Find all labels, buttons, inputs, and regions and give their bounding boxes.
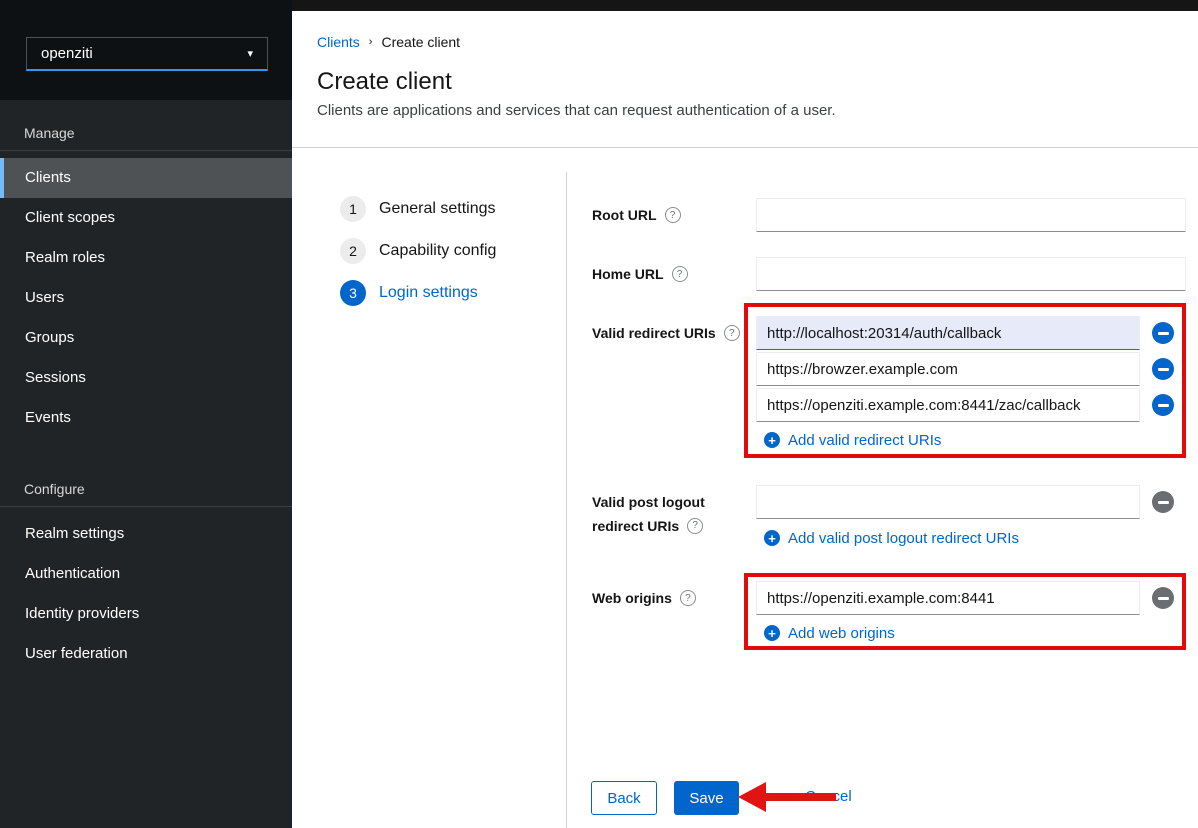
- add-valid-post-logout-redirect-uris-link[interactable]: + Add valid post logout redirect URIs: [764, 527, 1019, 549]
- step-number: 2: [340, 238, 366, 264]
- nav-section-title: Configure: [0, 456, 292, 506]
- nav-section-configure: Configure Realm settings Authentication …: [0, 456, 292, 674]
- label-text: Home URL: [592, 266, 664, 282]
- home-url-label: Home URL ?: [592, 257, 688, 291]
- page-header: Clients › Create client Create client Cl…: [292, 11, 1198, 148]
- page-subtitle: Clients are applications and services th…: [317, 102, 1198, 119]
- breadcrumb-separator-icon: ›: [369, 33, 373, 51]
- minus-icon: [1158, 404, 1169, 407]
- root-url-label: Root URL ?: [592, 198, 681, 232]
- post-logout-redirect-uri-input[interactable]: [756, 485, 1140, 519]
- minus-icon: [1158, 332, 1169, 335]
- main-panel: Clients › Create client Create client Cl…: [292, 11, 1198, 828]
- step-label: Login settings: [379, 284, 478, 302]
- valid-redirect-uris-label: Valid redirect URIs ?: [592, 316, 740, 350]
- wizard-step-login-settings[interactable]: 3 Login settings: [340, 280, 478, 306]
- sidebar-nav: Manage Clients Client scopes Realm roles…: [0, 100, 292, 674]
- realm-selector[interactable]: openziti ▾: [26, 37, 268, 71]
- plus-icon: +: [764, 530, 780, 546]
- root-url-help-icon[interactable]: ?: [665, 207, 681, 223]
- breadcrumb: Clients › Create client: [317, 33, 1198, 51]
- sidebar-item-user-federation[interactable]: User federation: [0, 634, 292, 674]
- breadcrumb-current: Create client: [381, 33, 460, 51]
- page-title: Create client: [317, 68, 1198, 96]
- minus-icon: [1158, 368, 1169, 371]
- home-url-input[interactable]: [756, 257, 1186, 291]
- root-url-input[interactable]: [756, 198, 1186, 232]
- add-link-text: Add web origins: [788, 625, 895, 642]
- step-label: General settings: [379, 200, 496, 218]
- sidebar-item-realm-roles[interactable]: Realm roles: [0, 238, 292, 278]
- save-button[interactable]: Save: [674, 781, 739, 815]
- post-logout-help-icon[interactable]: ?: [687, 518, 703, 534]
- sidebar-item-realm-settings[interactable]: Realm settings: [0, 514, 292, 554]
- keycloak-admin-console: openziti ▾ Manage Clients Client scopes …: [0, 0, 1198, 828]
- add-link-text: Add valid redirect URIs: [788, 432, 941, 449]
- wizard-step-general-settings[interactable]: 1 General settings: [340, 196, 496, 222]
- web-origins-input[interactable]: [756, 581, 1140, 615]
- sidebar-header: openziti ▾: [0, 0, 292, 100]
- wizard-step-capability-config[interactable]: 2 Capability config: [340, 238, 496, 264]
- cancel-link[interactable]: Cancel: [805, 788, 852, 805]
- minus-icon: [1158, 597, 1169, 600]
- sidebar-item-sessions[interactable]: Sessions: [0, 358, 292, 398]
- label-text: Valid redirect URIs: [592, 325, 716, 341]
- sidebar-item-clients[interactable]: Clients: [0, 158, 292, 198]
- sidebar-item-users[interactable]: Users: [0, 278, 292, 318]
- arrow-head: [738, 782, 766, 812]
- valid-redirect-uris-help-icon[interactable]: ?: [724, 325, 740, 341]
- nav-divider: [0, 150, 292, 151]
- sidebar-item-authentication[interactable]: Authentication: [0, 554, 292, 594]
- remove-post-logout-uri-button-disabled: [1152, 491, 1174, 513]
- redirect-uri-input-1[interactable]: [756, 316, 1140, 350]
- nav-section-title: Manage: [0, 100, 292, 150]
- sidebar-item-identity-providers[interactable]: Identity providers: [0, 594, 292, 634]
- nav-section-manage: Manage Clients Client scopes Realm roles…: [0, 100, 292, 438]
- redirect-uri-input-2[interactable]: [756, 352, 1140, 386]
- realm-name: openziti: [41, 45, 93, 62]
- plus-icon: +: [764, 432, 780, 448]
- web-origins-label: Web origins ?: [592, 581, 696, 615]
- sidebar-item-events[interactable]: Events: [0, 398, 292, 438]
- nav-divider: [0, 506, 292, 507]
- minus-icon: [1158, 501, 1169, 504]
- redirect-uri-input-3[interactable]: [756, 388, 1140, 422]
- web-origins-help-icon[interactable]: ?: [680, 590, 696, 606]
- valid-post-logout-redirect-uris-label: Valid post logout redirect URIs ?: [592, 490, 705, 538]
- label-text: Root URL: [592, 207, 657, 223]
- sidebar-item-groups[interactable]: Groups: [0, 318, 292, 358]
- remove-redirect-uri-1-button[interactable]: [1152, 322, 1174, 344]
- breadcrumb-clients-link[interactable]: Clients: [317, 33, 360, 51]
- remove-redirect-uri-3-button[interactable]: [1152, 394, 1174, 416]
- wizard-divider: [566, 172, 567, 828]
- add-web-origins-link[interactable]: + Add web origins: [764, 622, 895, 644]
- remove-web-origin-button-disabled: [1152, 587, 1174, 609]
- label-text: Web origins: [592, 590, 672, 606]
- label-text: Valid post logout: [592, 490, 705, 514]
- home-url-help-icon[interactable]: ?: [672, 266, 688, 282]
- step-label: Capability config: [379, 242, 496, 260]
- label-text: redirect URIs: [592, 514, 679, 538]
- back-button[interactable]: Back: [591, 781, 657, 815]
- add-valid-redirect-uris-link[interactable]: + Add valid redirect URIs: [764, 429, 941, 451]
- step-number: 3: [340, 280, 366, 306]
- add-link-text: Add valid post logout redirect URIs: [788, 530, 1019, 547]
- sidebar-item-client-scopes[interactable]: Client scopes: [0, 198, 292, 238]
- chevron-down-icon: ▾: [247, 47, 253, 60]
- plus-icon: +: [764, 625, 780, 641]
- sidebar: openziti ▾ Manage Clients Client scopes …: [0, 0, 292, 828]
- step-number: 1: [340, 196, 366, 222]
- remove-redirect-uri-2-button[interactable]: [1152, 358, 1174, 380]
